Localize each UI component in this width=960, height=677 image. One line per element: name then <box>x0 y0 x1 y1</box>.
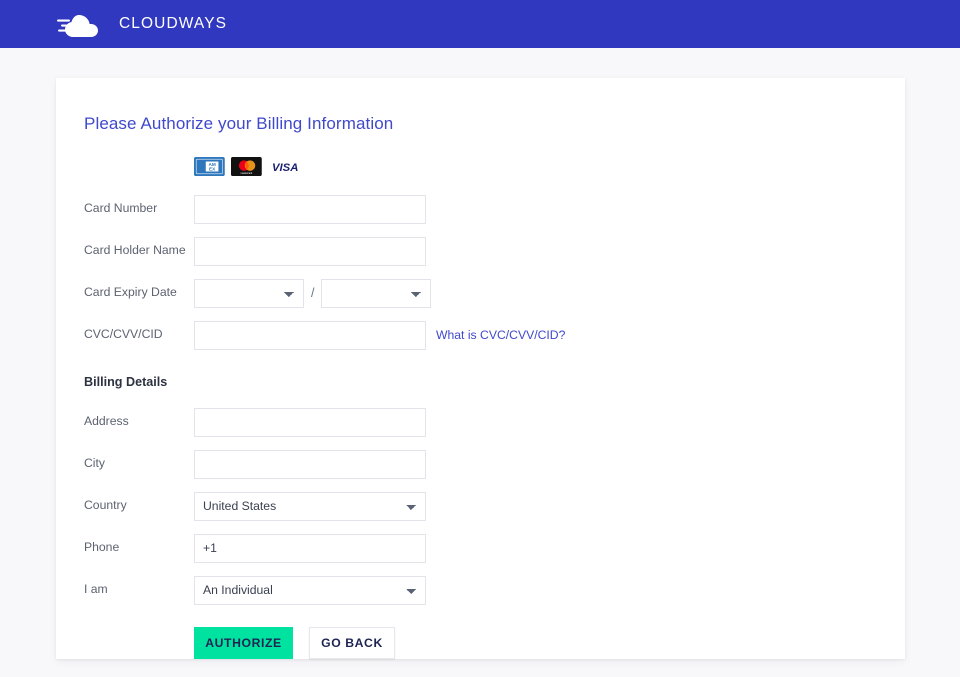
address-input[interactable] <box>194 408 426 437</box>
field-row-country: Country United StatesUnited KingdomCanad… <box>84 491 905 521</box>
cloud-speed-icon <box>55 10 109 38</box>
svg-text:EX: EX <box>209 167 216 172</box>
field-row-card-expiry: Card Expiry Date 01020304050607080910111… <box>84 278 905 308</box>
field-row-address: Address <box>84 407 905 437</box>
mastercard-card-icon: mastercard <box>231 157 262 176</box>
cvc-input[interactable] <box>194 321 426 350</box>
cvc-label: CVC/CVV/CID <box>84 327 194 343</box>
field-row-phone: Phone <box>84 533 905 563</box>
address-label: Address <box>84 414 194 430</box>
billing-form: Card Number Card Holder Name Card Expiry… <box>84 194 905 659</box>
page-body: Please Authorize your Billing Informatio… <box>0 48 960 659</box>
brand-logo[interactable]: CLOUDWAYS <box>55 10 227 38</box>
svg-text:VISA: VISA <box>272 162 298 174</box>
svg-text:mastercard: mastercard <box>240 172 252 175</box>
city-label: City <box>84 456 194 472</box>
field-row-city: City <box>84 449 905 479</box>
page-title: Please Authorize your Billing Informatio… <box>84 114 905 134</box>
country-label: Country <box>84 498 194 514</box>
billing-authorization-card: Please Authorize your Billing Informatio… <box>56 78 905 659</box>
form-actions: AUTHORIZE GO BACK <box>194 627 905 659</box>
country-select[interactable]: United StatesUnited KingdomCanadaAustral… <box>194 492 426 521</box>
city-input[interactable] <box>194 450 426 479</box>
accepted-card-brands: AM EX mastercard VISA <box>194 157 905 176</box>
go-back-button[interactable]: GO BACK <box>309 627 395 659</box>
i-am-label: I am <box>84 582 194 598</box>
cvc-help-link[interactable]: What is CVC/CVV/CID? <box>436 328 565 342</box>
card-expiry-year-select[interactable]: 20232024202520262027202820292030 <box>321 279 431 308</box>
card-number-input[interactable] <box>194 195 426 224</box>
i-am-select[interactable]: An IndividualA Business <box>194 576 426 605</box>
amex-card-icon: AM EX <box>194 157 225 176</box>
brand-name: CLOUDWAYS <box>119 15 227 33</box>
card-expiry-label: Card Expiry Date <box>84 285 194 301</box>
card-holder-name-input[interactable] <box>194 237 426 266</box>
field-row-card-number: Card Number <box>84 194 905 224</box>
visa-card-icon: VISA <box>268 157 302 176</box>
billing-details-heading: Billing Details <box>84 375 905 389</box>
card-expiry-month-select[interactable]: 010203040506070809101112 <box>194 279 304 308</box>
field-row-i-am: I am An IndividualA Business <box>84 575 905 605</box>
field-row-card-holder-name: Card Holder Name <box>84 236 905 266</box>
app-header: CLOUDWAYS <box>0 0 960 48</box>
field-row-cvc: CVC/CVV/CID What is CVC/CVV/CID? <box>84 320 905 350</box>
phone-label: Phone <box>84 540 194 556</box>
expiry-separator: / <box>311 286 314 300</box>
card-holder-name-label: Card Holder Name <box>84 243 194 259</box>
phone-input[interactable] <box>194 534 426 563</box>
authorize-button[interactable]: AUTHORIZE <box>194 627 293 659</box>
card-number-label: Card Number <box>84 201 194 217</box>
